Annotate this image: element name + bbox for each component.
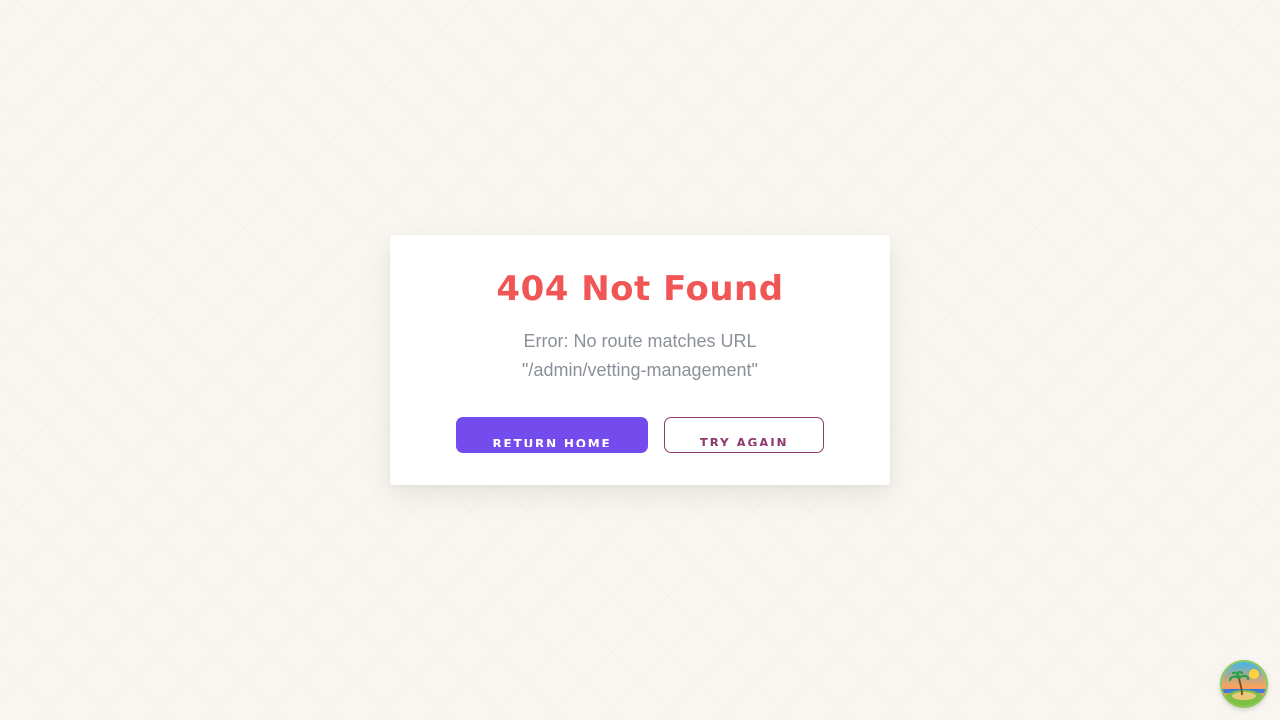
- try-again-button[interactable]: Try Again: [664, 417, 824, 453]
- return-home-label: Return Home: [492, 437, 612, 447]
- error-actions: Return Home Try Again: [390, 417, 890, 453]
- try-again-label: Try Again: [699, 436, 789, 446]
- return-home-button[interactable]: Return Home: [456, 417, 648, 453]
- error-title: 404 Not Found: [496, 269, 784, 309]
- error-message: Error: No route matches URL "/admin/vett…: [522, 331, 758, 380]
- error-card: 404 Not Found Error: No route matches UR…: [390, 235, 890, 485]
- island-sunset-icon[interactable]: [1220, 660, 1268, 708]
